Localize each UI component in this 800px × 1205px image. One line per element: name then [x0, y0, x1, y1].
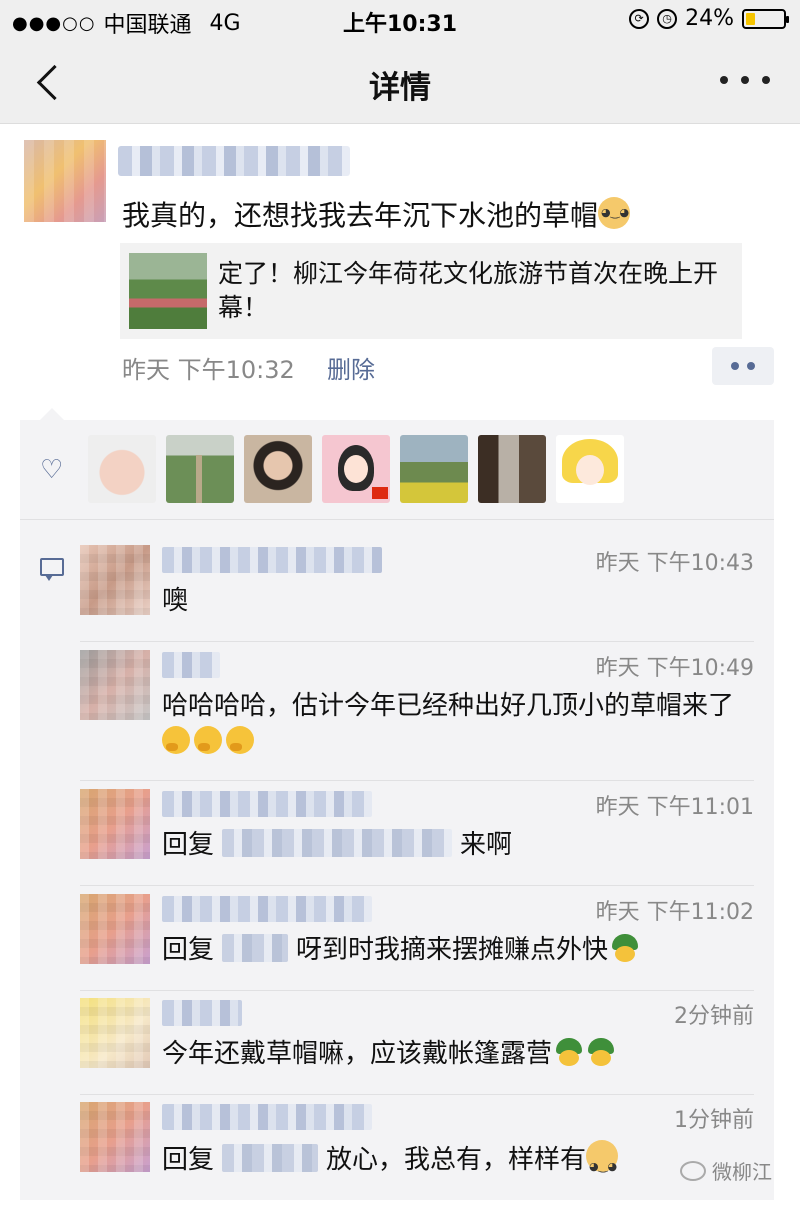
- status-right: ⟳ ◷ 24%: [629, 6, 789, 31]
- alarm-icon: ◷: [657, 8, 678, 29]
- thinking-emoji-icon: [226, 726, 254, 754]
- post-text-content: 我真的，还想找我去年沉下水池的草帽: [122, 199, 599, 232]
- status-bar: ●●●○○ 中国联通 4G 上午10:31 ⟳ ◷ 24%: [0, 0, 800, 40]
- dog-emoji-icon: [586, 1140, 619, 1185]
- liker-avatar[interactable]: [244, 435, 312, 503]
- turtle-emoji-icon: [610, 934, 640, 962]
- liker-avatar[interactable]: [166, 435, 234, 503]
- panel-arrow: [40, 408, 64, 420]
- commenter-avatar[interactable]: [80, 894, 150, 964]
- comment-item[interactable]: 昨天 下午11:01 回复 来啊: [80, 789, 754, 886]
- commenter-name-blurred[interactable]: [162, 1104, 372, 1130]
- battery-icon: [742, 8, 789, 29]
- commenter-name-blurred[interactable]: [162, 896, 372, 922]
- liker-avatar[interactable]: [478, 435, 546, 503]
- post-text: 我真的，还想找我去年沉下水池的草帽: [122, 194, 631, 234]
- reply-target-blurred[interactable]: [222, 829, 453, 857]
- commenter-name-blurred[interactable]: [162, 547, 382, 573]
- turtle-emoji-icon: [586, 1038, 616, 1066]
- nav-bar: 详情: [0, 40, 800, 124]
- comment-time: 昨天 下午11:02: [595, 900, 754, 925]
- reply-prefix: 回复: [162, 1145, 215, 1175]
- watermark: 微柳江: [680, 1156, 772, 1185]
- comment-text: 哈哈哈哈，估计今年已经种出好几顶小的草帽来了: [162, 688, 752, 760]
- comment-item[interactable]: 1分钟前 回复 放心，我总有，样样有: [80, 1102, 754, 1198]
- commenter-avatar[interactable]: [80, 998, 150, 1068]
- link-title: 定了！柳江今年荷花文化旅游节首次在晚上开幕！: [218, 259, 719, 322]
- comment-time: 2分钟前: [674, 1004, 754, 1029]
- comment-text-content: 来啊: [460, 830, 513, 860]
- thinking-emoji-icon: [162, 726, 190, 754]
- reply-target-blurred[interactable]: [222, 1144, 319, 1172]
- author-name-blurred[interactable]: [118, 146, 350, 176]
- liker-avatar[interactable]: [322, 435, 390, 503]
- commenter-avatar[interactable]: [80, 789, 150, 859]
- more-options-button[interactable]: [720, 60, 770, 100]
- comment-divider: [80, 1094, 754, 1095]
- rotation-lock-icon: ⟳: [629, 8, 650, 29]
- reply-prefix: 回复: [162, 935, 215, 965]
- liker-avatar[interactable]: [556, 435, 624, 503]
- commenter-avatar[interactable]: [80, 545, 150, 615]
- comment-divider: [80, 885, 754, 886]
- comment-time: 昨天 下午10:43: [595, 551, 754, 576]
- comment-divider: [80, 780, 754, 781]
- commenter-avatar[interactable]: [80, 650, 150, 720]
- comment-time: 昨天 下午11:01: [595, 795, 754, 820]
- comment-text: 回复 呀到时我摘来摆摊赚点外快: [162, 932, 752, 968]
- reply-target-blurred[interactable]: [222, 934, 289, 962]
- comment-divider: [80, 641, 754, 642]
- comment-text-content: 放心，我总有，样样有: [326, 1145, 587, 1175]
- commenter-name-blurred[interactable]: [162, 1000, 242, 1026]
- watermark-text: 微柳江: [712, 1160, 772, 1184]
- wechat-logo-icon: [680, 1160, 706, 1181]
- liker-avatar[interactable]: [400, 435, 468, 503]
- commenter-name-blurred[interactable]: [162, 791, 372, 817]
- comment-text: 今年还戴草帽嘛，应该戴帐篷露营: [162, 1036, 752, 1072]
- post-time: 昨天 下午10:32: [122, 356, 295, 384]
- delete-button[interactable]: 删除: [327, 350, 375, 385]
- dog-emoji-icon: [598, 197, 631, 229]
- heart-icon: ♡: [40, 455, 64, 485]
- page-title: 详情: [369, 70, 431, 106]
- comment-action-button[interactable]: [712, 347, 774, 385]
- comment-icon: [40, 558, 64, 581]
- author-avatar[interactable]: [24, 140, 106, 222]
- reply-prefix: 回复: [162, 830, 215, 860]
- shared-link-card[interactable]: 定了！柳江今年荷花文化旅游节首次在晚上开幕！: [120, 243, 742, 339]
- thinking-emoji-icon: [194, 726, 222, 754]
- comment-text: 回复 放心，我总有，样样有: [162, 1140, 752, 1185]
- comment-text: 噢: [162, 586, 189, 616]
- turtle-emoji-icon: [554, 1038, 584, 1066]
- link-thumbnail: [129, 253, 207, 329]
- panel-divider: [20, 519, 774, 520]
- comment-text-content: 呀到时我摘来摆摊赚点外快: [296, 935, 609, 965]
- liker-avatar[interactable]: [88, 435, 156, 503]
- comment-item[interactable]: 昨天 下午11:02 回复 呀到时我摘来摆摊赚点外快: [80, 894, 754, 991]
- commenter-avatar[interactable]: [80, 1102, 150, 1172]
- likes-list: [88, 435, 624, 503]
- comment-divider: [80, 990, 754, 991]
- comment-text-content: 哈哈哈哈，估计今年已经种出好几顶小的草帽来了: [162, 691, 735, 721]
- comment-item[interactable]: 昨天 下午10:49 哈哈哈哈，估计今年已经种出好几顶小的草帽来了: [80, 650, 754, 781]
- comment-item[interactable]: 2分钟前 今年还戴草帽嘛，应该戴帐篷露营: [80, 998, 754, 1095]
- commenter-name-blurred[interactable]: [162, 652, 220, 678]
- flag-icon: [372, 487, 388, 499]
- battery-fill: [746, 12, 755, 25]
- comment-time: 1分钟前: [674, 1108, 754, 1133]
- comment-text-content: 今年还戴草帽嘛，应该戴帐篷露营: [162, 1039, 553, 1069]
- comment-time: 昨天 下午10:49: [595, 656, 754, 681]
- battery-percent: 24%: [685, 6, 734, 31]
- comment-text: 回复 来啊: [162, 827, 752, 863]
- comment-item[interactable]: 昨天 下午10:43 噢: [80, 545, 754, 642]
